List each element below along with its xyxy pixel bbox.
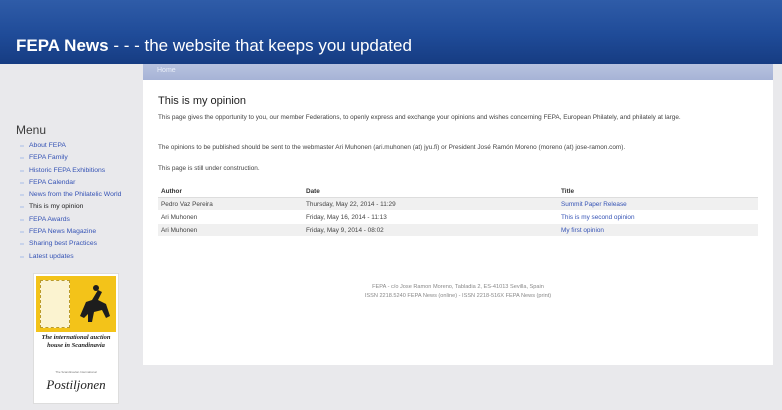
horse-rider-icon [80,285,110,322]
title-link[interactable]: Summit Paper Release [558,197,758,211]
menu-title: Menu [16,123,47,137]
column-header-author: Author [158,185,303,198]
opinions-table: Author Date Title Pedro Vaz Pereira Thur… [158,185,758,237]
menu-item-fepa-awards[interactable]: FEPA Awards [20,216,130,224]
breadcrumb-home-link[interactable]: Home [157,67,176,74]
menu-item-fepa-calendar[interactable]: FEPA Calendar [20,179,130,187]
table-header-row: Author Date Title [158,185,758,198]
menu-list: About FEPA FEPA Family Historic FEPA Exh… [20,142,130,265]
menu-item-about-fepa[interactable]: About FEPA [20,142,130,150]
menu-item-sharing-best-practices[interactable]: Sharing best Practices [20,240,130,248]
date-cell: Friday, May 16, 2014 - 11:13 [303,210,558,224]
menu-item-news-philatelic-world[interactable]: News from the Philatelic World [20,191,130,199]
postiljonen-ad[interactable]: The international auction house in Scand… [33,273,119,404]
menu-item-historic-exhibitions[interactable]: Historic FEPA Exhibitions [20,167,130,175]
postiljonen-logo: Postiljonen [46,377,106,392]
ad-image [36,276,116,332]
construction-note: This page is still under construction. [158,165,260,172]
site-title[interactable]: FEPA News - - - the website that keeps y… [16,36,412,56]
ad-small-text: The Scandinavian International [55,370,97,374]
site-title-brand[interactable]: FEPA News [16,36,109,55]
table-row: Ari Muhonen Friday, May 9, 2014 - 08:02 … [158,223,758,237]
page-title: This is my opinion [158,95,247,107]
footer-issn: ISSN 2218.5240 FEPA News (online) - ISSN… [364,293,552,299]
ad-headline: The international auction house in Scand… [41,334,111,349]
title-link[interactable]: This is my second opinion [558,210,758,224]
column-header-title: Title [558,185,758,198]
page-footer: FEPA - c/o Jose Ramon Moreno, Tabladia 2… [143,283,773,301]
menu-item-fepa-news-magazine[interactable]: FEPA News Magazine [20,228,130,236]
submission-paragraph: The opinions to be published should be s… [158,144,626,151]
intro-paragraph: This page gives the opportunity to you, … [158,114,681,121]
title-link[interactable]: My first opinion [558,223,758,237]
menu-item-latest-updates[interactable]: Latest updates [20,253,130,261]
main-content: This is my opinion This page gives the o… [143,80,773,365]
date-cell: Thursday, May 22, 2014 - 11:29 [303,197,558,211]
menu-item-fepa-family[interactable]: FEPA Family [20,154,130,162]
footer-address: FEPA - c/o Jose Ramon Moreno, Tabladia 2… [372,284,544,290]
author-cell: Pedro Vaz Pereira [158,197,303,211]
breadcrumb-bar: Home [143,64,773,80]
menu-item-this-is-my-opinion[interactable]: This is my opinion [20,203,130,211]
table-row: Ari Muhonen Friday, May 16, 2014 - 11:13… [158,210,758,224]
column-header-date: Date [303,185,558,198]
author-cell: Ari Muhonen [158,223,303,237]
site-title-tagline: - - - the website that keeps you updated [108,36,412,55]
table-row: Pedro Vaz Pereira Thursday, May 22, 2014… [158,197,758,211]
date-cell: Friday, May 9, 2014 - 08:02 [303,223,558,237]
site-header: FEPA News - - - the website that keeps y… [0,0,782,64]
author-cell: Ari Muhonen [158,210,303,224]
